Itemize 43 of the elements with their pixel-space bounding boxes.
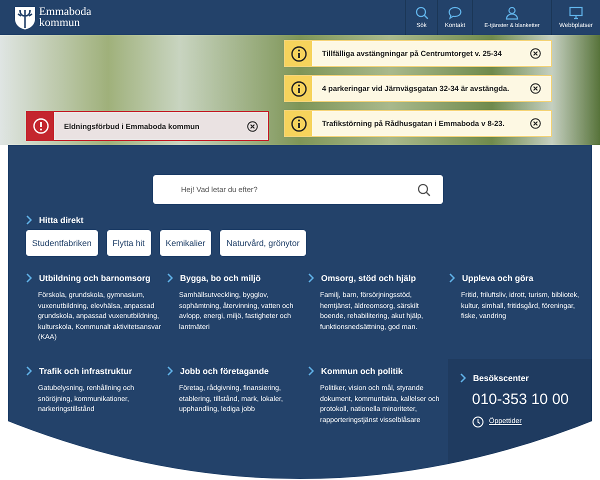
quick-link-button[interactable]: Kemikalier — [160, 230, 212, 256]
site-name[interactable]: Emmaboda kommun — [39, 6, 101, 28]
phone-number: 010-353 10 00 — [472, 390, 570, 408]
chevron-icon — [167, 366, 173, 376]
chevron-icon — [460, 372, 466, 383]
monitor-icon — [569, 6, 583, 20]
info-icon — [290, 46, 306, 62]
search-icon — [417, 183, 431, 197]
chevron-icon — [26, 366, 32, 376]
chevron-icon — [26, 273, 32, 283]
category-link[interactable]: Trafik och infrastruktur — [39, 366, 132, 376]
close-icon — [530, 48, 541, 59]
exclamation-icon — [32, 118, 48, 134]
info-icon — [290, 80, 306, 96]
coat-of-arms-icon — [14, 6, 36, 30]
chevron-icon — [26, 215, 32, 225]
close-icon — [530, 83, 541, 94]
close-icon — [247, 120, 258, 132]
chevron-icon — [308, 366, 314, 376]
chevron-icon — [167, 273, 173, 283]
person-icon — [505, 6, 519, 20]
close-button[interactable] — [530, 83, 541, 94]
category-link[interactable]: Omsorg, stöd och hjälp — [321, 273, 416, 283]
section-heading: Hitta direkt — [39, 215, 84, 225]
category-link[interactable]: Utbildning och barnomsorg — [39, 273, 150, 283]
category-link[interactable]: Jobb och företagande — [180, 366, 269, 376]
close-button[interactable] — [530, 48, 541, 59]
chevron-icon — [449, 273, 455, 283]
clock-icon — [472, 416, 484, 428]
chevron-icon — [308, 273, 314, 283]
close-icon — [530, 118, 541, 129]
category-link[interactable]: Uppleva och göra — [462, 273, 534, 283]
info-icon — [290, 116, 306, 132]
speech-bubble-icon — [448, 6, 462, 20]
category-link[interactable]: Kommun och politik — [321, 366, 403, 376]
quick-link-button[interactable]: Flytta hit — [106, 230, 151, 256]
category-link[interactable]: Bygga, bo och miljö — [180, 273, 261, 283]
search-icon — [414, 6, 428, 20]
card-heading: Besökscenter — [473, 372, 529, 383]
quick-link-button[interactable]: Studentfabriken — [26, 230, 98, 256]
close-button[interactable] — [530, 118, 541, 129]
quick-link-button[interactable]: Naturvård, grönytor — [220, 230, 306, 256]
close-button[interactable] — [247, 120, 258, 132]
